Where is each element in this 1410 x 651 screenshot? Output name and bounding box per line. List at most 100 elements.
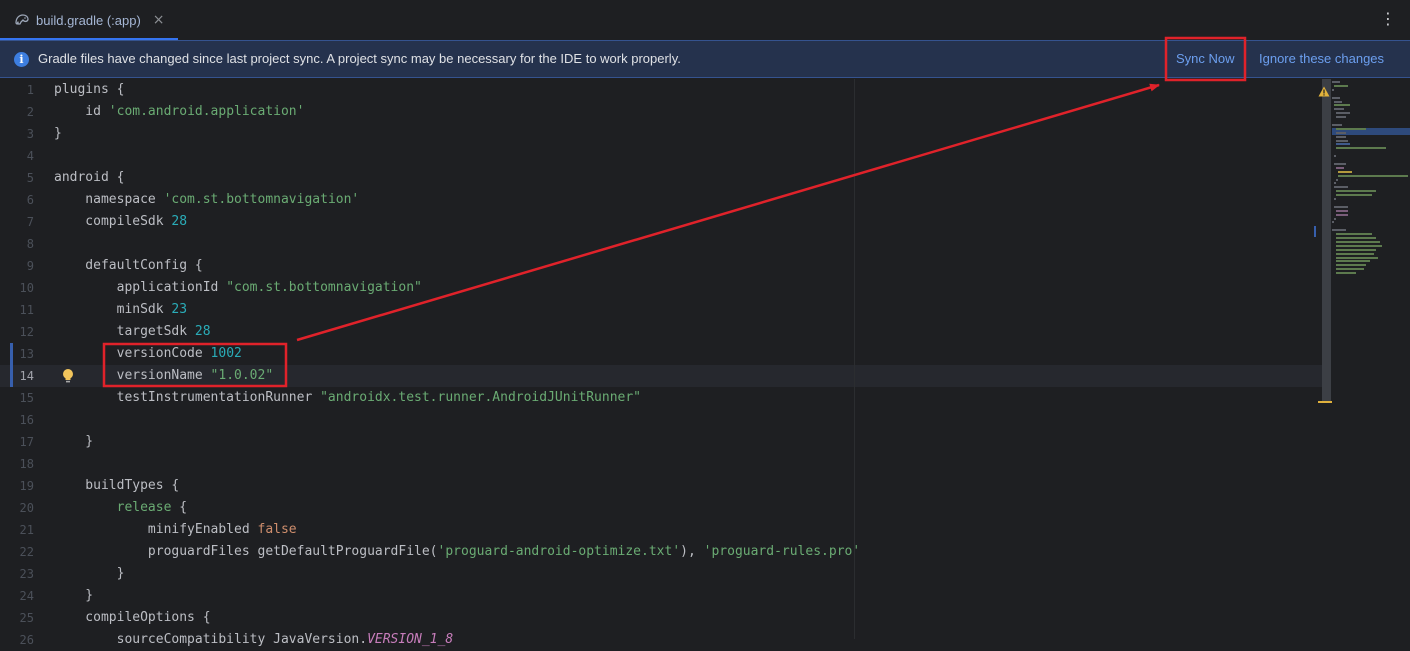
- code-line[interactable]: 14 versionName "1.0.02": [0, 365, 1330, 387]
- code-line[interactable]: 16: [0, 409, 1330, 431]
- code-line[interactable]: 20 release {: [0, 497, 1330, 519]
- ignore-changes-link[interactable]: Ignore these changes: [1259, 51, 1384, 66]
- minimap-line: [1336, 116, 1346, 119]
- code-line[interactable]: 19 buildTypes {: [0, 475, 1330, 497]
- line-number[interactable]: 21: [0, 519, 34, 541]
- line-number[interactable]: 5: [0, 167, 34, 189]
- code-text: compileSdk 28: [54, 214, 188, 229]
- minimap-line: [1336, 233, 1372, 236]
- caret-position-marker: [1314, 226, 1316, 237]
- line-number[interactable]: 16: [0, 409, 34, 431]
- tab-close-icon[interactable]: ×: [153, 12, 165, 28]
- more-options-icon[interactable]: ⋮: [1380, 9, 1396, 29]
- code-text: buildTypes {: [54, 478, 180, 493]
- minimap-line: [1336, 237, 1376, 239]
- line-number[interactable]: 3: [0, 123, 34, 145]
- line-number[interactable]: 25: [0, 607, 34, 629]
- code-line[interactable]: 13 versionCode 1002: [0, 343, 1330, 365]
- line-number[interactable]: 2: [0, 101, 34, 123]
- line-number[interactable]: 26: [0, 629, 34, 651]
- code-line[interactable]: 23 }: [0, 563, 1330, 585]
- minimap-line: [1334, 182, 1336, 185]
- code-line[interactable]: 3}: [0, 123, 1330, 145]
- notification-message: Gradle files have changed since last pro…: [38, 51, 681, 66]
- code-line[interactable]: 9 defaultConfig {: [0, 255, 1330, 277]
- line-number[interactable]: 12: [0, 321, 34, 343]
- minimap-line: [1334, 108, 1344, 111]
- line-number[interactable]: 22: [0, 541, 34, 563]
- vcs-change-marker[interactable]: [10, 343, 13, 387]
- minimap-line: [1332, 96, 1340, 99]
- minimap-line: [1336, 272, 1356, 275]
- warning-icon[interactable]: [1318, 82, 1330, 101]
- code-line[interactable]: 1 plugins {: [0, 79, 1330, 101]
- minimap-line: [1336, 190, 1376, 193]
- minimap-line: [1336, 252, 1374, 255]
- code-line[interactable]: 21 minifyEnabled false: [0, 519, 1330, 541]
- line-number[interactable]: 8: [0, 233, 34, 255]
- minimap-line: [1336, 131, 1346, 134]
- line-number[interactable]: 6: [0, 189, 34, 211]
- code-line[interactable]: 2 id 'com.android.application': [0, 101, 1330, 123]
- code-editor[interactable]: 1 plugins {2 id 'com.android.application'…: [0, 79, 1330, 647]
- vertical-scrollbar[interactable]: [1322, 79, 1331, 401]
- minimap-line: [1336, 213, 1348, 216]
- line-number[interactable]: 15: [0, 387, 34, 409]
- line-number[interactable]: 9: [0, 255, 34, 277]
- code-text: versionCode 1002: [54, 346, 242, 361]
- code-line[interactable]: 22 proguardFiles getDefaultProguardFile(…: [0, 541, 1330, 563]
- minimap-line: [1334, 205, 1348, 208]
- code-line[interactable]: 10 applicationId "com.st.bottomnavigatio…: [0, 277, 1330, 299]
- code-line[interactable]: 26 sourceCompatibility JavaVersion.VERSI…: [0, 629, 1330, 651]
- line-number[interactable]: 23: [0, 563, 34, 585]
- minimap-line: [1332, 221, 1334, 224]
- code-line[interactable]: 11 minSdk 23: [0, 299, 1330, 321]
- code-line[interactable]: 15 testInstrumentationRunner "androidx.t…: [0, 387, 1330, 409]
- code-text: id 'com.android.application': [54, 104, 305, 119]
- code-line[interactable]: 25 compileOptions {: [0, 607, 1330, 629]
- line-number[interactable]: 4: [0, 145, 34, 167]
- minimap-line: [1336, 209, 1348, 212]
- code-line[interactable]: 12 targetSdk 28: [0, 321, 1330, 343]
- minimap-line: [1334, 162, 1346, 165]
- minimap-line: [1336, 248, 1376, 251]
- sync-now-link[interactable]: Sync Now: [1176, 51, 1235, 66]
- code-line[interactable]: 8: [0, 233, 1330, 255]
- code-line[interactable]: 4: [0, 145, 1330, 167]
- code-line[interactable]: 18: [0, 453, 1330, 475]
- line-number[interactable]: 14: [0, 365, 34, 387]
- minimap-line: [1336, 244, 1382, 247]
- line-number[interactable]: 24: [0, 585, 34, 607]
- line-number[interactable]: 11: [0, 299, 34, 321]
- code-line[interactable]: 24 }: [0, 585, 1330, 607]
- line-number[interactable]: 7: [0, 211, 34, 233]
- code-text: minSdk 23: [54, 302, 188, 317]
- line-number[interactable]: 10: [0, 277, 34, 299]
- line-number[interactable]: 19: [0, 475, 34, 497]
- info-icon: i: [14, 52, 29, 67]
- code-line[interactable]: 5 android {: [0, 167, 1330, 189]
- minimap-line: [1336, 112, 1350, 115]
- code-minimap[interactable]: [1332, 79, 1410, 279]
- minimap-line: [1336, 147, 1386, 150]
- line-number[interactable]: 20: [0, 497, 34, 519]
- lightbulb-icon[interactable]: [62, 368, 74, 384]
- line-number[interactable]: 17: [0, 431, 34, 453]
- minimap-line: [1336, 256, 1378, 259]
- minimap-line: [1334, 104, 1350, 107]
- line-number[interactable]: 18: [0, 453, 34, 475]
- code-text: release {: [116, 500, 188, 515]
- line-number[interactable]: 1: [0, 79, 34, 101]
- line-number[interactable]: 13: [0, 343, 34, 365]
- minimap-line: [1336, 240, 1380, 243]
- minimap-line: [1336, 268, 1364, 271]
- tab-build-gradle[interactable]: build.gradle (:app) ×: [0, 0, 178, 41]
- tab-label: build.gradle (:app): [36, 12, 141, 28]
- code-text: android {: [54, 170, 125, 185]
- code-text: }: [54, 588, 94, 603]
- minimap-line: [1336, 166, 1344, 169]
- minimap-line: [1338, 170, 1352, 173]
- code-line[interactable]: 17 }: [0, 431, 1330, 453]
- code-line[interactable]: 6 namespace 'com.st.bottomnavigation': [0, 189, 1330, 211]
- code-line[interactable]: 7 compileSdk 28: [0, 211, 1330, 233]
